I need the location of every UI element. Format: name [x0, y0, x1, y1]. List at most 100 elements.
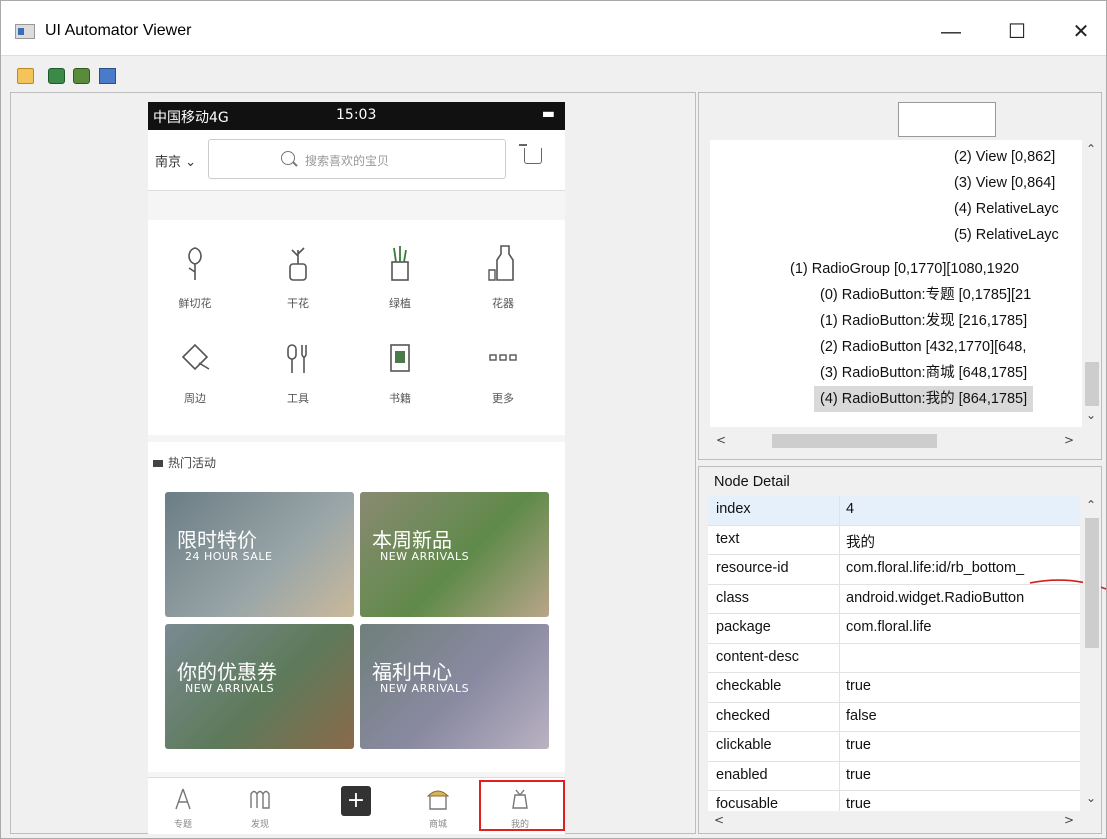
- discover-icon: [250, 790, 270, 809]
- tree-vertical-scrollbar[interactable]: ⌃ ⌄: [1083, 140, 1101, 427]
- banner-coupon[interactable]: 你的优惠券 NEW ARRIVALS: [165, 624, 354, 749]
- category-item[interactable]: 花器: [463, 240, 543, 311]
- detail-vertical-scrollbar[interactable]: ⌃ ⌄: [1083, 496, 1101, 811]
- tree-node[interactable]: (2) View [0,862]: [954, 144, 1055, 170]
- device-screenshot-compressed-icon[interactable]: [73, 68, 90, 84]
- banner-new[interactable]: 本周新品 NEW ARRIVALS: [360, 492, 549, 617]
- dried-flower-icon: [289, 247, 307, 281]
- book-icon: [390, 344, 410, 372]
- window-title: UI Automator Viewer: [45, 22, 192, 39]
- more-icon: [489, 354, 517, 361]
- scroll-thumb[interactable]: [772, 434, 937, 448]
- scroll-right-icon[interactable]: >: [1064, 433, 1074, 447]
- category-label: 书籍: [389, 392, 411, 405]
- category-label: 周边: [184, 392, 206, 405]
- scroll-down-icon[interactable]: ⌄: [1086, 408, 1096, 422]
- device-screenshot[interactable]: 中国移动4G 15:03 ▬ 南京 ⌄ 搜索喜欢的宝贝 鲜切花 干花 绿植 花器: [148, 102, 565, 834]
- tree-node[interactable]: (3) RadioButton:商城 [648,1785]: [820, 360, 1027, 386]
- scroll-left-icon[interactable]: <: [716, 433, 726, 447]
- tree-node[interactable]: (0) RadioButton:专题 [0,1785][21: [820, 282, 1031, 308]
- scroll-down-icon[interactable]: ⌄: [1086, 791, 1096, 805]
- banner-title: 本周新品: [372, 528, 452, 552]
- scroll-right-icon[interactable]: >: [1064, 813, 1074, 827]
- category-label: 工具: [287, 392, 309, 405]
- banner-welfare[interactable]: 福利中心 NEW ARRIVALS: [360, 624, 549, 749]
- detail-row[interactable]: checkable true: [708, 673, 1080, 703]
- close-button[interactable]: ✕: [1061, 17, 1101, 47]
- app-icon: [15, 24, 35, 39]
- cart-icon[interactable]: [519, 144, 542, 164]
- category-label: 干花: [287, 297, 309, 310]
- category-label: 鲜切花: [178, 297, 212, 310]
- detail-row[interactable]: index 4: [708, 496, 1080, 526]
- plant-icon: [391, 246, 409, 281]
- detail-row[interactable]: resource-id com.floral.life:id/rb_bottom_: [708, 555, 1080, 585]
- scroll-up-icon[interactable]: ⌃: [1086, 142, 1096, 156]
- tree-node[interactable]: (5) RelativeLayc: [954, 222, 1059, 248]
- scroll-left-icon[interactable]: <: [714, 813, 724, 827]
- detail-row[interactable]: enabled true: [708, 761, 1080, 791]
- scroll-thumb[interactable]: [1085, 362, 1099, 406]
- tree-node-selected[interactable]: (4) RadioButton:我的 [864,1785]: [814, 386, 1034, 412]
- search-placeholder: 搜索喜欢的宝贝: [305, 154, 390, 168]
- toolbar: [1, 56, 1106, 90]
- detail-row[interactable]: clickable true: [708, 732, 1080, 762]
- save-icon[interactable]: [99, 68, 116, 84]
- tools-icon: [287, 344, 307, 373]
- city-selector[interactable]: 南京 ⌄: [155, 151, 196, 170]
- category-item[interactable]: 更多: [463, 335, 543, 406]
- banner-subtitle: NEW ARRIVALS: [380, 682, 470, 695]
- battery-icon: ▬: [541, 106, 555, 122]
- category-item[interactable]: 干花: [258, 240, 338, 311]
- banner-subtitle: NEW ARRIVALS: [380, 550, 470, 563]
- category-item[interactable]: 鲜切花: [155, 240, 235, 311]
- category-grid: 鲜切花 干花 绿植 花器 周边 工具 书籍 更多: [148, 220, 565, 435]
- tree-node[interactable]: (1) RadioButton:发现 [216,1785]: [820, 308, 1027, 334]
- nav-add[interactable]: +: [336, 786, 376, 816]
- nav-topics[interactable]: 专题: [163, 786, 203, 830]
- category-item[interactable]: 书籍: [360, 335, 440, 406]
- scroll-thumb[interactable]: [730, 814, 1060, 828]
- category-item[interactable]: 工具: [258, 335, 338, 406]
- category-label: 花器: [492, 297, 514, 310]
- tree-node[interactable]: (4) RelativeLayc: [954, 196, 1059, 222]
- category-label: 更多: [492, 392, 514, 405]
- node-detail-table: index 4 text 我的 resource-id com.floral.life…: [708, 496, 1080, 811]
- scroll-up-icon[interactable]: ⌃: [1086, 498, 1096, 512]
- detail-row[interactable]: checked false: [708, 702, 1080, 732]
- nav-mall[interactable]: 商城: [418, 786, 458, 830]
- detail-row[interactable]: focusable true: [708, 791, 1080, 811]
- selected-node-highlight: [479, 780, 565, 831]
- node-tree[interactable]: (2) View [0,862] (3) View [0,864] (4) Re…: [710, 140, 1082, 427]
- node-detail-title: Node Detail: [714, 474, 790, 490]
- category-item[interactable]: 周边: [155, 335, 235, 406]
- plus-icon: +: [341, 786, 371, 816]
- scroll-thumb[interactable]: [1085, 518, 1099, 648]
- minimize-button[interactable]: —: [931, 17, 971, 47]
- detail-row[interactable]: content-desc: [708, 643, 1080, 673]
- banner-subtitle: NEW ARRIVALS: [185, 682, 275, 695]
- device-screenshot-icon[interactable]: [48, 68, 65, 84]
- status-time: 15:03: [336, 107, 377, 123]
- banner-subtitle: 24 HOUR SALE: [185, 550, 273, 563]
- tree-node[interactable]: (3) View [0,864]: [954, 170, 1055, 196]
- tree-node[interactable]: (1) RadioGroup [0,1770][1080,1920: [790, 256, 1019, 282]
- category-label: 绿植: [389, 297, 411, 310]
- maximize-button[interactable]: ☐: [997, 17, 1037, 47]
- detail-row[interactable]: class android.widget.RadioButton: [708, 584, 1080, 614]
- title-bar: UI Automator Viewer — ☐ ✕: [1, 1, 1106, 56]
- detail-row[interactable]: package com.floral.life: [708, 614, 1080, 644]
- open-folder-icon[interactable]: [17, 68, 34, 84]
- tree-node[interactable]: (2) RadioButton [432,1770][648,: [820, 334, 1026, 360]
- search-bar[interactable]: 搜索喜欢的宝贝: [208, 139, 506, 179]
- watering-can-icon: [181, 343, 210, 371]
- compass-icon: [175, 788, 191, 810]
- banner-sale[interactable]: 限时特价 24 HOUR SALE: [165, 492, 354, 617]
- status-bar: 中国移动4G 15:03 ▬: [148, 102, 565, 130]
- detail-horizontal-scrollbar[interactable]: < >: [708, 812, 1080, 830]
- tree-horizontal-scrollbar[interactable]: < >: [710, 432, 1082, 450]
- detail-row[interactable]: text 我的: [708, 525, 1080, 555]
- category-item[interactable]: 绿植: [360, 240, 440, 311]
- shop-icon: [426, 790, 450, 810]
- nav-discover[interactable]: 发现: [240, 786, 280, 830]
